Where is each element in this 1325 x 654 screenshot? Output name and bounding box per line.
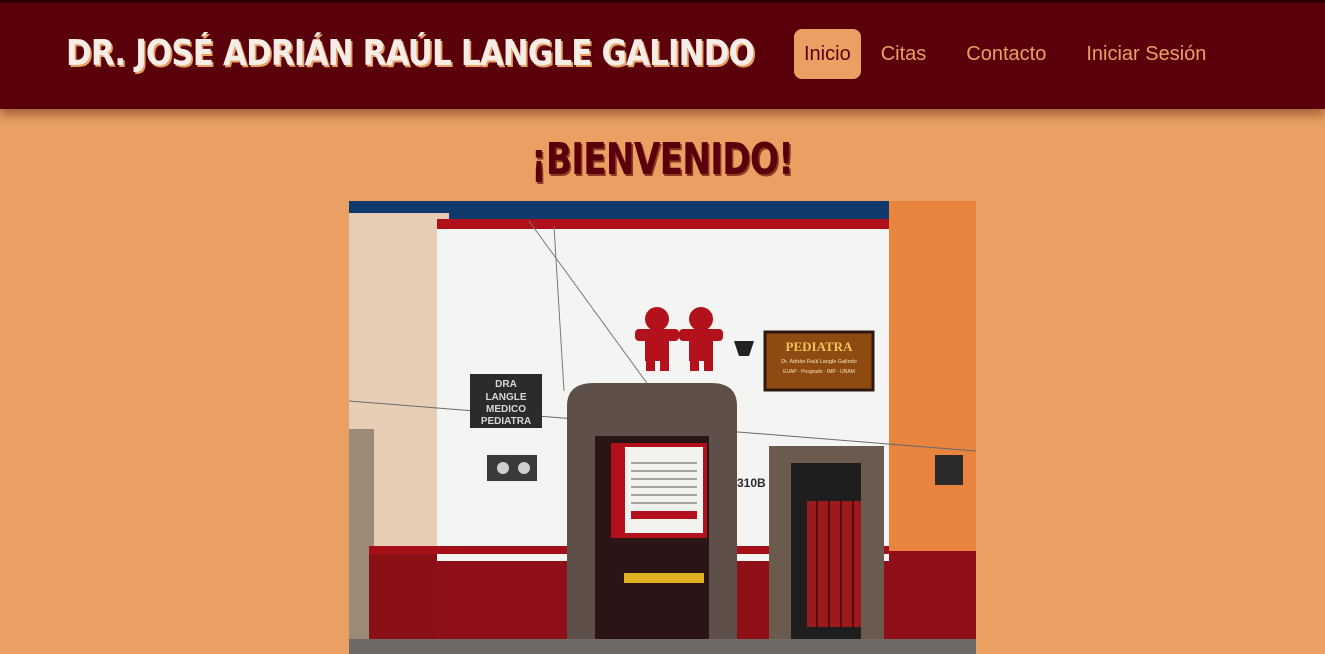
nav-citas[interactable]: Citas: [871, 29, 937, 79]
wall-sign-line-3: MEDICO: [486, 404, 526, 415]
site-header: DR. JOSÉ ADRIÁN RAÚL LANGLE GALINDO Inic…: [0, 3, 1325, 109]
wall-sign-line-2: LANGLE: [485, 392, 526, 403]
site-title: DR. JOSÉ ADRIÁN RAÚL LANGLE GALINDO: [66, 33, 755, 74]
welcome-heading: ¡BIENVENIDO!: [531, 134, 794, 185]
wall-sign-line-1: DRA: [495, 379, 517, 390]
street-number: 310B: [737, 476, 766, 490]
main-nav: Inicio Citas Contacto Iniciar Sesión: [794, 29, 1216, 79]
nav-iniciar-sesion[interactable]: Iniciar Sesión: [1076, 29, 1216, 79]
sign-sub: EUAP · Posgrado · IMP · UNAM: [783, 369, 855, 375]
wall-sign-line-4: PEDIATRA: [481, 416, 531, 427]
nav-inicio[interactable]: Inicio: [794, 29, 861, 79]
sign-title: PEDIATRA: [786, 339, 854, 354]
sign-name: Dr. Adrián Raúl Langle Galindo: [781, 359, 857, 365]
clinic-facade-photo: PEDIATRA Dr. Adrián Raúl Langle Galindo …: [349, 201, 976, 654]
nav-contacto[interactable]: Contacto: [956, 29, 1056, 79]
